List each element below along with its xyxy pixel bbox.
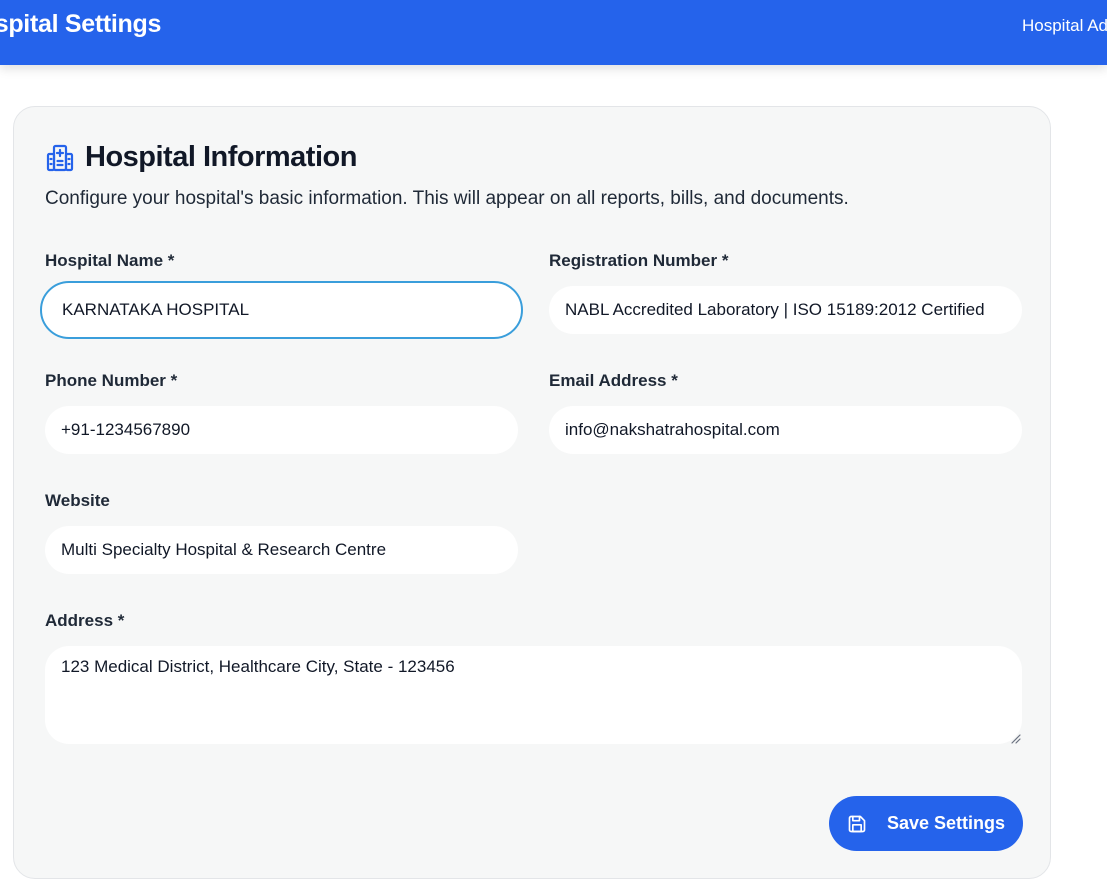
email-address-label: Email Address * [549, 371, 678, 390]
app-header: Hospital Settings Hospital Admin [0, 0, 1107, 65]
hospital-information-card: Hospital Information Configure your hosp… [13, 106, 1051, 879]
hospital-name-label: Hospital Name * [45, 251, 175, 270]
phone-number-label: Phone Number * [45, 371, 178, 390]
page-title: Hospital Settings [0, 10, 162, 38]
card-heading: Hospital Information [45, 141, 357, 174]
email-address-input[interactable] [549, 406, 1022, 454]
website-input[interactable] [45, 526, 518, 574]
registration-number-label: Registration Number * [549, 251, 729, 270]
website-label: Website [45, 491, 110, 510]
hospital-icon [46, 144, 74, 171]
resize-handle-icon[interactable] [1011, 734, 1021, 744]
registration-number-input[interactable] [549, 286, 1022, 334]
save-icon [848, 815, 866, 832]
card-title: Hospital Information [85, 141, 357, 173]
hospital-name-input[interactable] [40, 281, 523, 339]
address-textarea[interactable]: 123 Medical District, Healthcare City, S… [45, 646, 1022, 744]
address-label: Address * [45, 611, 125, 630]
phone-number-input[interactable] [45, 406, 518, 454]
save-settings-button[interactable]: Save Settings [829, 796, 1023, 851]
card-subtitle: Configure your hospital's basic informat… [45, 188, 849, 209]
header-user-label[interactable]: Hospital Admin [1022, 16, 1107, 36]
save-settings-label: Save Settings [886, 813, 1006, 833]
